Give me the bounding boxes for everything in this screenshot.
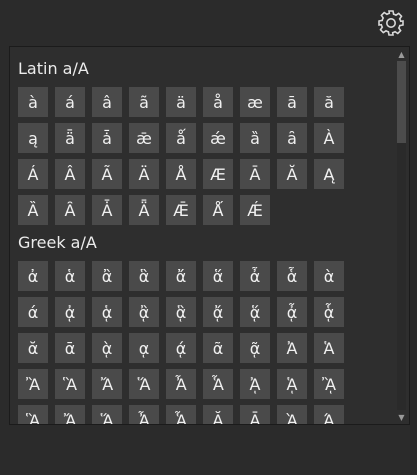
char-button[interactable]: Å [166,159,196,189]
char-button[interactable]: ǡ [92,123,122,153]
char-button[interactable]: ὰ [314,261,344,291]
char-button[interactable]: ᾌ [55,405,85,424]
char-button[interactable]: ᾳ [129,333,159,363]
char-button[interactable]: ᾅ [240,297,270,327]
char-button[interactable]: Ᾱ [240,405,270,424]
char-button[interactable]: ǟ [55,123,85,153]
section-title-greek: Greek a/A [18,233,97,252]
char-button[interactable]: ἅ [203,261,233,291]
char-button[interactable]: ǣ [129,123,159,153]
triangle-up-icon[interactable]: ▲ [396,49,407,59]
char-button[interactable]: ǻ [166,123,196,153]
char-button[interactable]: Ā [240,159,270,189]
char-button[interactable]: ἆ [240,261,270,291]
character-panel: Latin a/A àáâãäåæāă ąǟǡǣǻǽȁȃÀ ÁÂÃÄÅÆĀĂĄ ȀȂǠ… [9,46,410,425]
char-button[interactable]: Ᾰ [203,405,233,424]
char-button[interactable]: ᾱ [55,333,85,363]
char-button[interactable]: â [92,87,122,117]
char-button[interactable]: ᾄ [203,297,233,327]
char-button[interactable]: ᾃ [166,297,196,327]
char-button[interactable]: ᾁ [92,297,122,327]
char-button[interactable]: ἄ [166,261,196,291]
char-button[interactable]: ᾷ [240,333,270,363]
char-button[interactable]: ἁ [55,261,85,291]
char-button[interactable]: ȁ [240,123,270,153]
char-button[interactable]: Ã [92,159,122,189]
char-button[interactable]: ᾴ [166,333,196,363]
char-button[interactable]: ᾀ [55,297,85,327]
char-button[interactable]: ᾶ [203,333,233,363]
greek-char-grid: ἀἁἂἃἄἅἆἇὰ άᾀᾁᾂᾃᾄᾅᾆᾇ ᾰᾱᾲᾳᾴᾶᾷἈἉ ἊἋἌἍἎἏᾈᾉᾊ ᾋᾌᾍᾎ… [18,261,395,424]
char-button[interactable]: ά [18,297,48,327]
scrollbar-thumb[interactable] [397,61,406,143]
triangle-down-icon[interactable]: ▼ [396,412,407,422]
char-button[interactable]: ä [166,87,196,117]
char-button[interactable]: ā [277,87,307,117]
gear-icon[interactable] [377,9,405,37]
char-button[interactable]: ᾎ [129,405,159,424]
char-button[interactable]: Ȁ [18,195,48,225]
char-button[interactable]: ἂ [92,261,122,291]
char-button[interactable]: Ὰ [277,405,307,424]
char-button[interactable]: Ἇ [203,369,233,399]
char-button[interactable]: Ǽ [240,195,270,225]
char-button[interactable]: ă [314,87,344,117]
char-button[interactable]: ą [18,123,48,153]
char-button[interactable]: Ἃ [55,369,85,399]
char-button[interactable]: ἃ [129,261,159,291]
char-button[interactable]: Ä [129,159,159,189]
char-button[interactable]: ᾂ [129,297,159,327]
char-button[interactable]: ȃ [277,123,307,153]
char-button[interactable]: à [18,87,48,117]
char-button[interactable]: ᾰ [18,333,48,363]
char-button[interactable]: ᾉ [277,369,307,399]
char-button[interactable]: ᾲ [92,333,122,363]
char-button[interactable]: ᾇ [314,297,344,327]
scrollbar-track[interactable] [397,61,406,410]
char-button[interactable]: Ἄ [92,369,122,399]
char-button[interactable]: Ȃ [55,195,85,225]
char-button[interactable]: Ǟ [129,195,159,225]
char-button[interactable]: á [55,87,85,117]
char-button[interactable]: ἀ [18,261,48,291]
char-button[interactable]: Ǻ [203,195,233,225]
char-button[interactable]: Ǣ [166,195,196,225]
char-button[interactable]: Á [18,159,48,189]
char-button[interactable]: ᾏ [166,405,196,424]
char-button[interactable]: Ἂ [18,369,48,399]
char-button[interactable]: Ą [314,159,344,189]
char-button[interactable]: ᾆ [277,297,307,327]
char-button[interactable]: å [203,87,233,117]
char-button[interactable]: æ [240,87,270,117]
char-button[interactable]: Ă [277,159,307,189]
char-button[interactable]: Â [55,159,85,189]
char-button[interactable]: ǽ [203,123,233,153]
char-button[interactable]: ᾊ [314,369,344,399]
section-title-latin: Latin a/A [18,59,89,78]
vertical-scrollbar[interactable]: ▲ ▼ [396,49,407,422]
char-button[interactable]: À [314,123,344,153]
char-button[interactable]: ᾋ [18,405,48,424]
char-button[interactable]: ᾍ [92,405,122,424]
char-button[interactable]: Ἆ [166,369,196,399]
char-button[interactable]: Ǡ [92,195,122,225]
latin-char-grid: àáâãäåæāă ąǟǡǣǻǽȁȃÀ ÁÂÃÄÅÆĀĂĄ ȀȂǠǞǢǺǼ [18,87,395,225]
character-list: Latin a/A àáâãäåæāă ąǟǡǣǻǽȁȃÀ ÁÂÃÄÅÆĀĂĄ ȀȂǠ… [18,47,395,424]
char-button[interactable]: Ά [314,405,344,424]
char-button[interactable]: ᾈ [240,369,270,399]
char-button[interactable]: Ἅ [129,369,159,399]
char-button[interactable]: ã [129,87,159,117]
char-button[interactable]: ἇ [277,261,307,291]
char-button[interactable]: Ἀ [277,333,307,363]
char-button[interactable]: Æ [203,159,233,189]
char-button[interactable]: Ἁ [314,333,344,363]
